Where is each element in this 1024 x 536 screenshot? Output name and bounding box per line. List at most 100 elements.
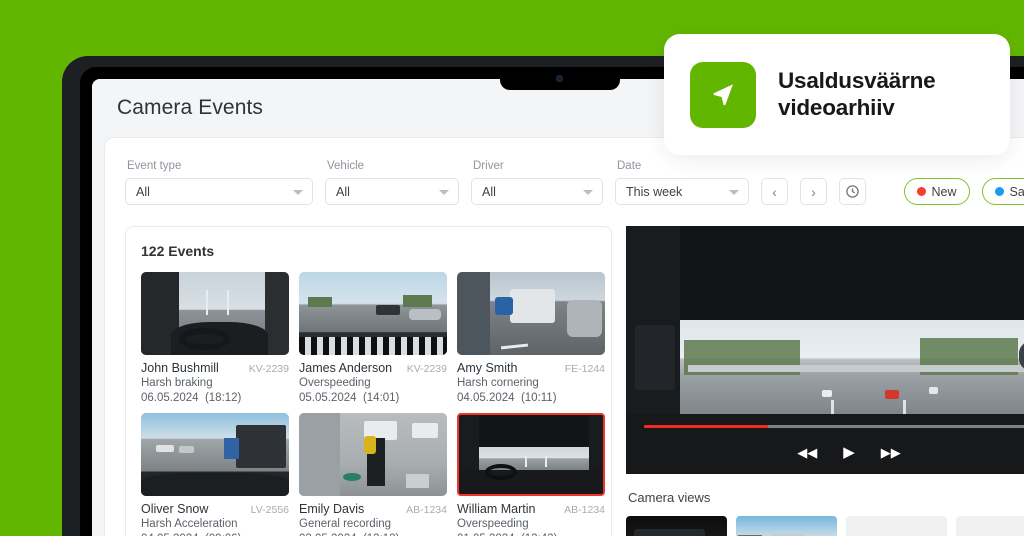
vehicle-select[interactable]: All <box>325 178 459 205</box>
event-date: 04.05.2024 <box>457 392 515 404</box>
status-filter-new[interactable]: New <box>903 178 970 205</box>
event-thumbnail[interactable] <box>141 413 289 496</box>
clock-icon <box>846 185 859 198</box>
next-period-button[interactable]: › <box>800 178 827 205</box>
event-card-header: William Martin AB-1234 <box>457 502 605 516</box>
chevron-down-icon <box>439 189 449 195</box>
video-player[interactable]: ◀◀ ▶ ▶▶ <box>626 226 1024 474</box>
event-thumbnail[interactable] <box>457 272 605 355</box>
scene-garage-depot <box>299 413 447 496</box>
navigation-arrow-icon <box>690 61 756 128</box>
camera-views-label: Camera views <box>628 490 711 505</box>
scene-cabin-dark <box>626 516 727 536</box>
filter-date: Date This week <box>615 160 749 205</box>
camera-view-placeholder[interactable] <box>846 516 947 536</box>
event-plate: AB-1234 <box>564 504 605 516</box>
filter-driver-label: Driver <box>473 160 504 172</box>
camera-view-placeholder[interactable] <box>956 516 1024 536</box>
event-date: 05.05.2024 <box>299 392 357 404</box>
camera-view-thumb[interactable] <box>736 516 837 536</box>
event-plate: AB-1234 <box>406 504 447 516</box>
filter-date-label: Date <box>617 160 642 172</box>
chevron-left-icon: ‹ <box>772 183 777 200</box>
chevron-down-icon <box>729 189 739 195</box>
event-card[interactable]: Amy Smith FE-1244 Harsh cornering 04.05.… <box>457 272 605 404</box>
filter-driver: Driver All <box>471 160 603 205</box>
main-split: 122 Events John Bushmill KV-2239 Harsh b… <box>105 214 1024 536</box>
chevron-down-icon <box>583 189 593 195</box>
event-card-header: Amy Smith FE-1244 <box>457 361 605 375</box>
event-plate: LV-2556 <box>250 504 289 516</box>
promo-badge-line-2: videoarhiiv <box>778 94 895 120</box>
camera-views-list <box>626 516 1024 536</box>
status-dot-new <box>916 187 926 196</box>
event-card-header: Emily Davis AB-1234 <box>299 502 447 516</box>
date-select[interactable]: This week <box>615 178 749 205</box>
event-time: (18:12) <box>204 392 242 404</box>
driver-select[interactable]: All <box>471 178 603 205</box>
event-time: (10:11) <box>520 392 557 404</box>
event-datetime: 06.05.2024 (18:12) <box>141 392 289 404</box>
event-date: 06.05.2024 <box>141 392 199 404</box>
promo-badge-line-1: Usaldusväärne <box>778 67 936 93</box>
event-type: Harsh Acceleration <box>141 518 238 530</box>
event-type: Harsh cornering <box>457 377 539 389</box>
vehicle-value: All <box>336 184 350 199</box>
event-driver: John Bushmill <box>141 361 219 375</box>
event-thumbnail[interactable] <box>299 272 447 355</box>
fast-forward-button[interactable]: ▶▶ <box>881 446 901 459</box>
webcam-icon <box>556 75 563 82</box>
event-driver: Emily Davis <box>299 502 365 516</box>
events-grid: John Bushmill KV-2239 Harsh braking 06.0… <box>141 272 611 536</box>
event-card-selected[interactable]: William Martin AB-1234 Overspeeding 01.0… <box>457 413 605 536</box>
event-card-header: Oliver Snow LV-2556 <box>141 502 289 516</box>
event-thumbnail[interactable] <box>299 413 447 496</box>
event-card[interactable]: Emily Davis AB-1234 General recording 03… <box>299 413 447 536</box>
play-button[interactable]: ▶ <box>843 445 855 460</box>
scene-truck-cab-interior-highway <box>626 226 1024 474</box>
event-type-select[interactable]: All <box>125 178 313 205</box>
filter-event-type-label: Event type <box>127 160 182 172</box>
event-datetime: 04.05.2024 (10:11) <box>457 392 605 404</box>
scene-road-front <box>736 516 837 536</box>
video-controls: ◀◀ ▶ ▶▶ <box>626 445 1024 460</box>
event-driver: James Anderson <box>299 361 393 375</box>
video-panel: ◀◀ ▶ ▶▶ Camera views <box>626 226 1024 536</box>
event-driver: Amy Smith <box>457 361 518 375</box>
event-type: General recording <box>299 518 392 530</box>
status-dot-saved <box>994 187 1004 196</box>
arrow-glyph <box>713 83 733 105</box>
chevron-right-icon: › <box>811 183 816 200</box>
event-thumbnail[interactable] <box>457 413 605 496</box>
prev-period-button[interactable]: ‹ <box>761 178 788 205</box>
camera-view-thumb[interactable] <box>626 516 727 536</box>
promo-badge-title: Usaldusväärne videoarhiiv <box>778 67 936 121</box>
rewind-button[interactable]: ◀◀ <box>797 446 817 459</box>
event-plate: FE-1244 <box>564 363 605 375</box>
scene-highway-day <box>299 272 447 355</box>
date-value: This week <box>626 184 683 199</box>
filter-vehicle-label: Vehicle <box>327 160 365 172</box>
laptop-notch <box>500 67 620 90</box>
event-card[interactable]: James Anderson KV-2239 Overspeeding 05.0… <box>299 272 447 404</box>
status-filter-saved[interactable]: Saved <box>981 178 1024 205</box>
app-content: Event type All Vehicle All Driver All Da… <box>104 137 1024 536</box>
event-card[interactable]: Oliver Snow LV-2556 Harsh Acceleration 0… <box>141 413 289 536</box>
filter-event-type: Event type All <box>125 160 313 205</box>
events-panel: 122 Events John Bushmill KV-2239 Harsh b… <box>125 226 612 536</box>
video-progress-bar[interactable] <box>644 425 1024 428</box>
scene-traffic-van <box>457 272 605 355</box>
status-label-saved: Saved <box>1009 184 1024 199</box>
event-card[interactable]: John Bushmill KV-2239 Harsh braking 06.0… <box>141 272 289 404</box>
driver-value: All <box>482 184 496 199</box>
event-thumbnail[interactable] <box>141 272 289 355</box>
event-plate: KV-2239 <box>248 363 289 375</box>
scene-bus-cabin-rain <box>141 272 289 355</box>
event-time: (14:01) <box>362 392 400 404</box>
event-datetime: 05.05.2024 (14:01) <box>299 392 447 404</box>
event-plate: KV-2239 <box>406 363 447 375</box>
event-driver: William Martin <box>457 502 536 516</box>
event-type-value: All <box>136 184 150 199</box>
time-range-button[interactable] <box>839 178 866 205</box>
events-count: 122 Events <box>141 243 215 259</box>
